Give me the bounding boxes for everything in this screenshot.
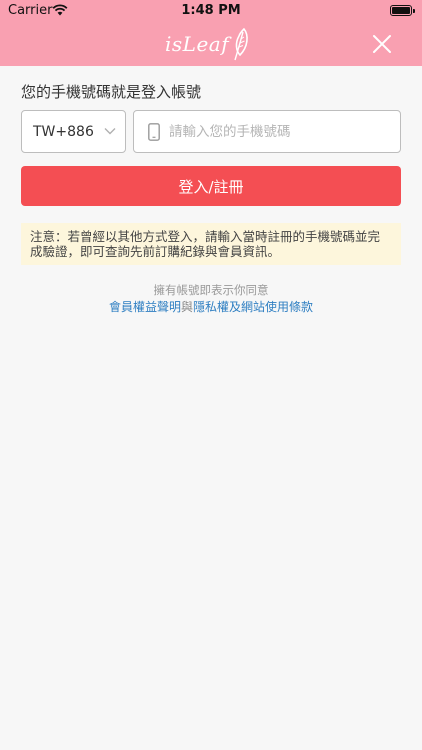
country-code-select[interactable]: TW+886 [21, 110, 126, 153]
login-register-button[interactable]: 登入/註冊 [21, 166, 401, 206]
status-bar: Carrier 1:48 PM [0, 0, 422, 22]
nav-bar: isLeaf [0, 22, 422, 66]
mobile-phone-icon [148, 122, 160, 141]
member-rights-link[interactable]: 會員權益聲明 [109, 300, 181, 314]
leaf-icon [234, 27, 248, 61]
notice-box: 注意：若曾經以其他方式登入，請輸入當時註冊的手機號碼並完成驗證，即可查詢先前訂購… [21, 223, 401, 265]
chevron-down-icon [104, 128, 116, 135]
phone-input[interactable] [169, 123, 389, 140]
login-prompt: 您的手機號碼就是登入帳號 [21, 83, 202, 101]
terms-agree-text: 擁有帳號即表示你同意 [153, 283, 269, 297]
isleaf-logo: isLeaf [165, 27, 249, 61]
privacy-terms-link[interactable]: 隱私權及網站使用條款 [193, 300, 313, 314]
terms-links: 會員權益聲明與隱私權及網站使用條款 [0, 298, 422, 315]
logo-text: isLeaf [165, 32, 230, 56]
status-time: 1:48 PM [181, 3, 241, 18]
phone-field[interactable] [133, 110, 401, 153]
country-code-value: TW+886 [33, 123, 94, 140]
close-icon [373, 35, 391, 53]
terms-connector: 與 [180, 300, 193, 314]
battery-icon [390, 5, 415, 16]
close-button[interactable] [372, 34, 392, 54]
